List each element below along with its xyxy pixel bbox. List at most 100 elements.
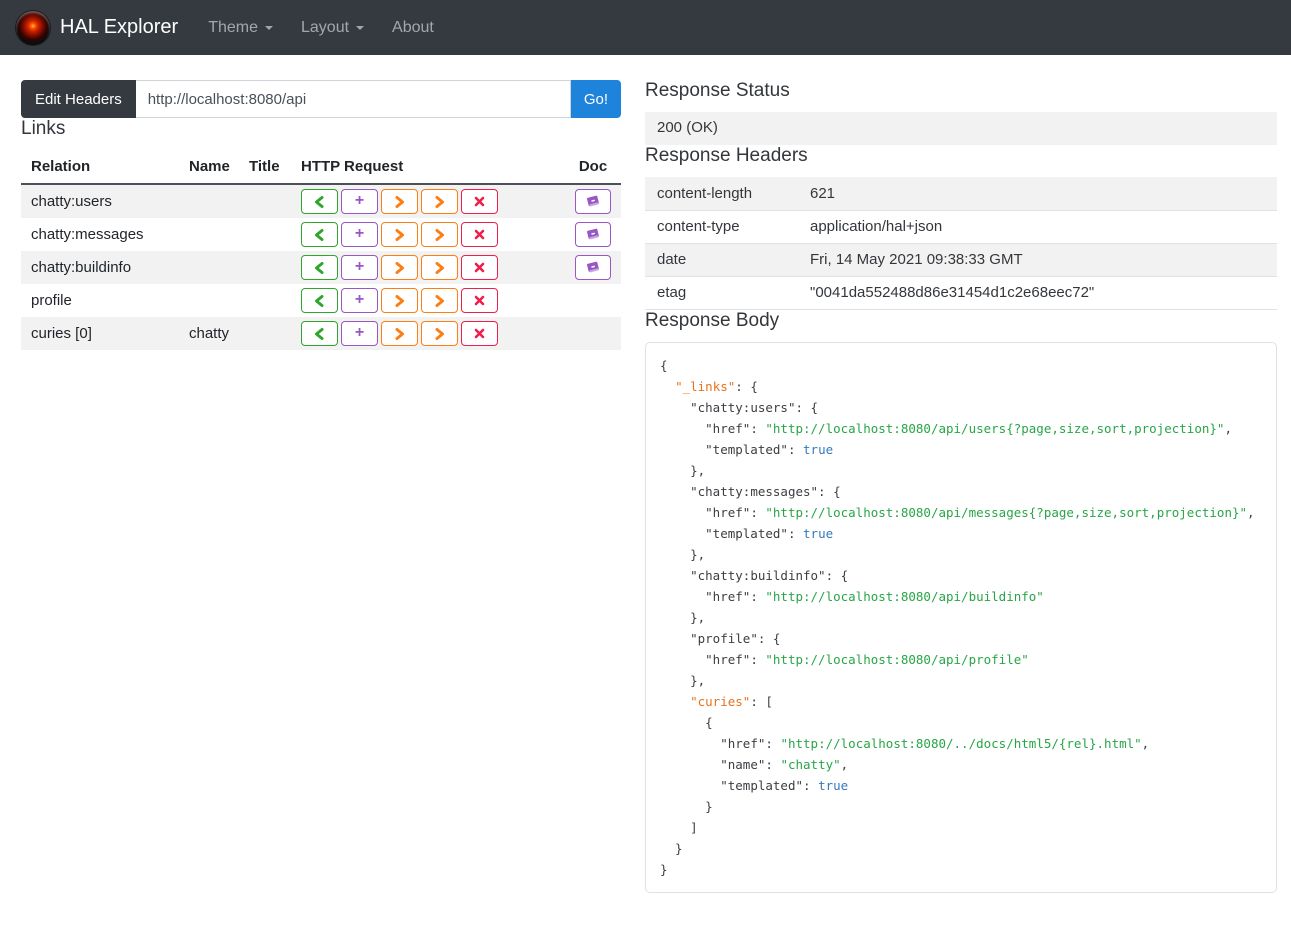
response-header-value: Fri, 14 May 2021 09:38:33 GMT <box>798 243 1277 277</box>
http-put-button[interactable] <box>381 255 418 280</box>
response-header-row: content-type application/hal+json <box>645 210 1277 244</box>
hal-eye-logo-icon <box>16 10 50 45</box>
column-header-title: Title <box>239 150 291 185</box>
http-get-button[interactable] <box>301 321 338 346</box>
link-row: profile + <box>21 284 621 317</box>
response-header-key: content-length <box>645 177 798 211</box>
link-name-cell <box>179 218 239 251</box>
response-header-key: etag <box>645 276 798 310</box>
http-post-button[interactable]: + <box>341 222 378 247</box>
doc-cell <box>571 317 621 350</box>
http-post-button[interactable]: + <box>341 189 378 214</box>
doc-cell <box>571 218 621 251</box>
brand-title[interactable]: HAL Explorer <box>60 16 178 39</box>
http-patch-button[interactable] <box>421 255 458 280</box>
response-header-value: "0041da552488d86e31454d1c2e68eec72" <box>798 276 1277 310</box>
column-header-http-request: HTTP Request <box>291 150 571 185</box>
response-headers-table-body: content-length 621 content-type application… <box>645 177 1277 310</box>
doc-book-icon <box>587 195 599 207</box>
doc-cell <box>571 184 621 218</box>
http-put-button[interactable] <box>381 288 418 313</box>
column-header-name: Name <box>179 150 239 185</box>
response-status-value: 200 (OK) <box>645 112 1277 145</box>
nav-theme-dropdown[interactable]: Theme <box>208 19 273 37</box>
http-post-button[interactable]: + <box>341 321 378 346</box>
http-get-button[interactable] <box>301 222 338 247</box>
response-body-json: { "_links": { "chatty:users": { "href": … <box>660 357 1255 877</box>
links-table-header-row: Relation Name Title HTTP Request Doc <box>21 150 621 185</box>
http-put-button[interactable] <box>381 321 418 346</box>
http-request-cell: + <box>291 218 571 251</box>
doc-book-icon <box>587 228 599 240</box>
caret-down-icon <box>265 25 273 30</box>
link-name-cell: chatty <box>189 325 230 342</box>
main-content: Edit Headers Go! Links Relation Name Tit… <box>0 55 1291 905</box>
link-relation-cell: chatty:messages <box>31 226 144 243</box>
http-delete-button[interactable] <box>461 288 498 313</box>
link-title-cell <box>239 218 291 251</box>
edit-headers-button[interactable]: Edit Headers <box>21 80 136 118</box>
http-get-button[interactable] <box>301 255 338 280</box>
link-title-cell <box>239 184 291 218</box>
http-get-button[interactable] <box>301 189 338 214</box>
link-relation-cell: chatty:users <box>31 193 112 210</box>
http-delete-button[interactable] <box>461 321 498 346</box>
left-panel: Edit Headers Go! Links Relation Name Tit… <box>21 80 621 350</box>
response-header-row: date Fri, 14 May 2021 09:38:33 GMT <box>645 243 1277 277</box>
link-title-cell <box>239 317 291 350</box>
http-request-cell: + <box>291 251 571 284</box>
http-request-cell: + <box>291 317 571 350</box>
link-relation-cell: chatty:buildinfo <box>31 259 132 276</box>
go-button[interactable]: Go! <box>570 80 621 118</box>
link-row: chatty:buildinfo + <box>21 251 621 284</box>
column-header-doc: Doc <box>571 150 621 185</box>
nav-theme-label: Theme <box>208 18 258 36</box>
nav-layout-dropdown[interactable]: Layout <box>301 18 365 37</box>
doc-button[interactable] <box>575 189 611 214</box>
response-header-value: application/hal+json <box>798 210 1277 244</box>
doc-book-icon <box>587 261 599 273</box>
link-relation-cell: curies [0] <box>31 325 92 342</box>
link-row: chatty:users + <box>21 184 621 218</box>
doc-button[interactable] <box>575 255 611 280</box>
response-status-heading: Response Status <box>645 80 790 101</box>
nav-about-label: About <box>392 18 434 36</box>
doc-cell <box>571 284 621 317</box>
http-delete-button[interactable] <box>461 222 498 247</box>
links-table-body: chatty:users + chatty:messages + chatty:bu… <box>21 184 621 350</box>
response-headers-heading: Response Headers <box>645 145 808 166</box>
caret-down-icon <box>356 25 365 30</box>
link-relation-cell: profile <box>31 292 72 309</box>
http-delete-button[interactable] <box>461 255 498 280</box>
link-name-cell <box>179 284 239 317</box>
link-title-cell <box>239 251 291 284</box>
link-name-cell <box>179 251 239 284</box>
response-body-heading: Response Body <box>645 309 780 331</box>
http-delete-button[interactable] <box>461 189 498 214</box>
doc-button[interactable] <box>575 222 611 247</box>
http-patch-button[interactable] <box>421 288 458 313</box>
http-put-button[interactable] <box>381 222 418 247</box>
http-get-button[interactable] <box>301 288 338 313</box>
http-post-button[interactable]: + <box>341 255 378 280</box>
response-header-row: content-length 621 <box>645 177 1277 211</box>
right-panel: Response Status 200 (OK) Response Header… <box>645 80 1277 893</box>
http-patch-button[interactable] <box>421 222 458 247</box>
doc-cell <box>571 251 621 284</box>
nav-about-link[interactable]: About <box>392 19 434 37</box>
http-request-cell: + <box>291 184 571 218</box>
navbar: HAL Explorer Theme Layout About <box>0 0 1291 55</box>
column-header-relation: Relation <box>21 150 179 185</box>
links-table: Relation Name Title HTTP Request Doc cha… <box>21 150 621 350</box>
http-patch-button[interactable] <box>421 189 458 214</box>
http-post-button[interactable]: + <box>341 288 378 313</box>
response-header-row: etag "0041da552488d86e31454d1c2e68eec72" <box>645 276 1277 310</box>
nav-layout-label: Layout <box>301 18 350 36</box>
http-put-button[interactable] <box>381 189 418 214</box>
link-row: chatty:messages + <box>21 218 621 251</box>
request-bar: Edit Headers Go! <box>21 80 621 118</box>
url-input[interactable] <box>135 80 571 118</box>
http-patch-button[interactable] <box>421 321 458 346</box>
response-headers-table: content-length 621 content-type application… <box>645 177 1277 310</box>
response-body-card: { "_links": { "chatty:users": { "href": … <box>645 341 1277 893</box>
